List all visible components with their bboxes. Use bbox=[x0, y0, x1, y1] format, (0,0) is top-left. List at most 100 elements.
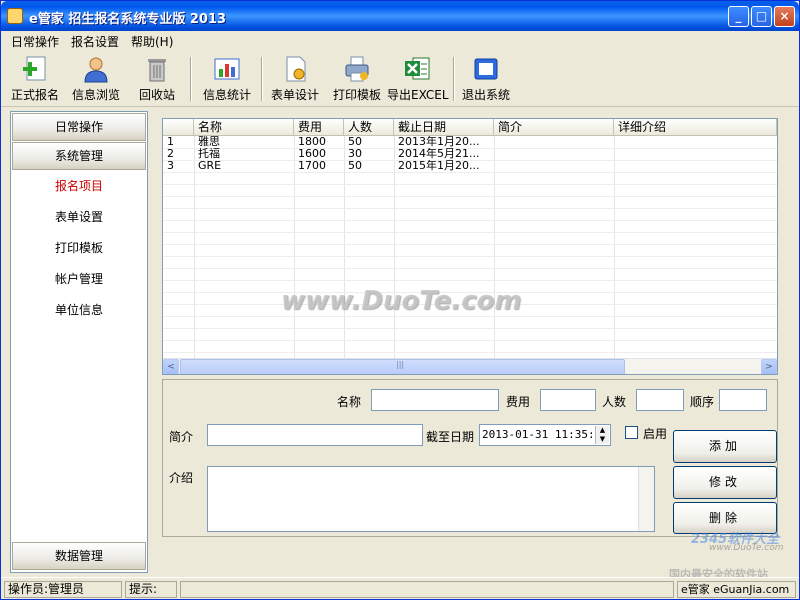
deadline-label: 截至日期 bbox=[426, 430, 475, 444]
toolbar-formal-signup[interactable]: 正式报名 bbox=[7, 53, 63, 105]
menu-daily-ops[interactable]: 日常操作 bbox=[11, 33, 59, 50]
edit-button[interactable]: 修改 bbox=[673, 466, 777, 499]
nav-data-management[interactable]: 数据管理 bbox=[12, 542, 146, 570]
toolbar-label: 导出EXCEL bbox=[387, 88, 449, 102]
order-label: 顺序 bbox=[690, 395, 715, 409]
app-icon bbox=[7, 8, 23, 24]
user-icon bbox=[82, 55, 110, 83]
sidebar-item-signup-projects[interactable]: 报名项目 bbox=[11, 177, 147, 194]
sidebar-item-unit-info[interactable]: 单位信息 bbox=[11, 301, 147, 318]
status-hint-label: 提示: bbox=[125, 581, 177, 598]
toolbar-separator bbox=[261, 57, 263, 101]
projects-grid[interactable]: 名称 费用 人数 截止日期 简介 详细介绍 1 雅思 1800 50 2013年… bbox=[162, 118, 778, 375]
spin-icon[interactable]: ▲ ▼ bbox=[595, 426, 609, 444]
close-button[interactable]: × bbox=[774, 6, 795, 27]
nav-daily-ops[interactable]: 日常操作 bbox=[12, 113, 146, 141]
horizontal-scrollbar[interactable]: < ||| > bbox=[163, 358, 777, 374]
title-bar[interactable]: e管家 招生报名系统专业版 2013 _ □ × bbox=[1, 1, 799, 31]
enable-label: 启用 bbox=[643, 427, 668, 441]
menu-help[interactable]: 帮助(H) bbox=[131, 33, 173, 50]
cell-deadline: 2015年1月20... bbox=[398, 160, 480, 172]
name-label: 名称 bbox=[337, 395, 362, 409]
toolbar-separator bbox=[453, 57, 455, 101]
enable-checkbox[interactable] bbox=[625, 426, 638, 439]
status-bar: 操作员:管理员 提示: e管家 eGuanJia.com bbox=[1, 577, 799, 599]
fee-field[interactable] bbox=[540, 389, 596, 411]
toolbar-info-browse[interactable]: 信息浏览 bbox=[69, 53, 123, 105]
column-header-deadline[interactable]: 截止日期 bbox=[394, 119, 494, 136]
grid-line bbox=[163, 316, 777, 317]
menu-bar: 日常操作 报名设置 帮助(H) bbox=[1, 31, 799, 51]
grid-header: 名称 费用 人数 截止日期 简介 详细介绍 bbox=[163, 119, 777, 136]
detail-textarea[interactable] bbox=[207, 466, 655, 532]
add-button[interactable]: 添加 bbox=[673, 430, 777, 463]
nav-system-management[interactable]: 系统管理 bbox=[12, 142, 146, 170]
toolbar-label: 打印模板 bbox=[332, 88, 381, 102]
toolbar: 正式报名 信息浏览 回收站 信息统计 表单设计 打印模板 导出EXCEL 退出系… bbox=[1, 51, 799, 107]
column-header-intro[interactable]: 简介 bbox=[494, 119, 614, 136]
toolbar-label: 信息浏览 bbox=[71, 88, 120, 102]
toolbar-exit[interactable]: 退出系统 bbox=[459, 53, 513, 105]
cell-name: GRE bbox=[198, 160, 222, 172]
toolbar-separator bbox=[190, 57, 192, 101]
grid-line bbox=[163, 328, 777, 329]
excel-icon bbox=[403, 55, 431, 83]
grid-line bbox=[163, 280, 777, 281]
maximize-button[interactable]: □ bbox=[751, 6, 772, 27]
cell-fee: 1700 bbox=[298, 160, 326, 172]
column-header-name[interactable]: 名称 bbox=[194, 119, 294, 136]
watermark-text: www.DuoTe.com bbox=[281, 286, 522, 316]
column-header-index[interactable] bbox=[163, 119, 194, 136]
grid-line bbox=[163, 352, 777, 353]
intro-field[interactable] bbox=[207, 424, 423, 446]
order-field[interactable] bbox=[719, 389, 767, 411]
toolbar-label: 回收站 bbox=[138, 88, 175, 102]
grid-line bbox=[163, 232, 777, 233]
add-document-icon bbox=[21, 55, 49, 83]
cell-index: 3 bbox=[167, 160, 174, 172]
detail-label: 介绍 bbox=[169, 471, 194, 485]
column-header-fee[interactable]: 费用 bbox=[294, 119, 344, 136]
scroll-left-button[interactable]: < bbox=[163, 359, 179, 374]
grid-line bbox=[494, 136, 495, 358]
grid-line bbox=[163, 244, 777, 245]
grid-line bbox=[614, 136, 615, 358]
grid-line bbox=[163, 196, 777, 197]
scroll-right-button[interactable]: > bbox=[761, 359, 777, 374]
toolbar-form-design[interactable]: 表单设计 bbox=[268, 53, 322, 105]
cell-count: 50 bbox=[348, 160, 362, 172]
toolbar-label: 信息统计 bbox=[202, 88, 251, 102]
sidebar: 日常操作 系统管理 报名项目 表单设置 打印模板 帐户管理 单位信息 数据管理 bbox=[10, 111, 148, 573]
sidebar-item-print-template[interactable]: 打印模板 bbox=[11, 239, 147, 256]
column-header-details[interactable]: 详细介绍 bbox=[614, 119, 777, 136]
grid-line bbox=[163, 256, 777, 257]
status-hint-value bbox=[180, 581, 674, 598]
toolbar-export-excel[interactable]: 导出EXCEL bbox=[387, 53, 449, 105]
trash-icon bbox=[143, 55, 171, 83]
minimize-button[interactable]: _ bbox=[728, 6, 749, 27]
toolbar-label: 正式报名 bbox=[10, 88, 59, 102]
watermark-logo: 2345软件大全 www.DuoTe.com bbox=[669, 528, 789, 554]
deadline-picker[interactable]: 2013-01-31 11:35:29 ▲ ▼ bbox=[479, 424, 611, 446]
textarea-scrollbar[interactable] bbox=[638, 467, 654, 531]
column-header-count[interactable]: 人数 bbox=[344, 119, 394, 136]
count-field[interactable] bbox=[636, 389, 684, 411]
exit-icon bbox=[472, 55, 500, 83]
fee-label: 费用 bbox=[506, 395, 531, 409]
grid-line bbox=[163, 340, 777, 341]
toolbar-print-template[interactable]: 打印模板 bbox=[329, 53, 385, 105]
sidebar-item-account-management[interactable]: 帐户管理 bbox=[11, 270, 147, 287]
window-title: e管家 招生报名系统专业版 2013 bbox=[29, 12, 227, 27]
count-label: 人数 bbox=[602, 395, 627, 409]
sidebar-item-form-settings[interactable]: 表单设置 bbox=[11, 208, 147, 225]
intro-label: 简介 bbox=[169, 430, 194, 444]
scroll-thumb[interactable]: ||| bbox=[180, 359, 625, 374]
grid-body: 1 雅思 1800 50 2013年1月20... 2 托福 1600 30 2… bbox=[163, 136, 777, 358]
grid-line bbox=[163, 220, 777, 221]
toolbar-statistics[interactable]: 信息统计 bbox=[199, 53, 255, 105]
toolbar-recycle-bin[interactable]: 回收站 bbox=[135, 53, 179, 105]
app-window: e管家 招生报名系统专业版 2013 _ □ × 日常操作 报名设置 帮助(H)… bbox=[0, 0, 800, 600]
scroll-grip-icon: ||| bbox=[396, 360, 405, 369]
menu-signup-settings[interactable]: 报名设置 bbox=[71, 33, 119, 50]
name-field[interactable] bbox=[371, 389, 499, 411]
